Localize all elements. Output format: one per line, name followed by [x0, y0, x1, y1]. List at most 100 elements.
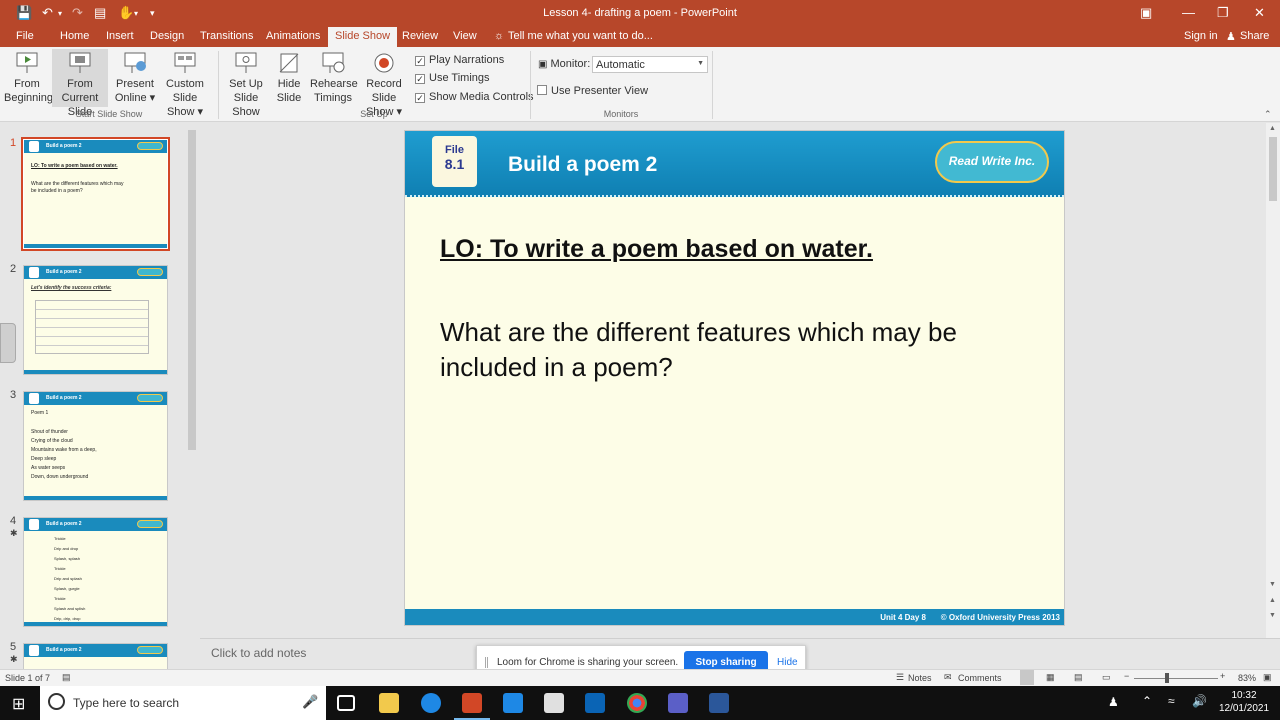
- loom-side-handle[interactable]: [0, 323, 16, 363]
- drag-handle-icon[interactable]: [485, 657, 488, 668]
- monitor-dropdown[interactable]: Automatic ▼: [592, 56, 708, 73]
- scroll-thumb[interactable]: [188, 130, 196, 450]
- learning-objective[interactable]: LO: To write a poem based on water.: [440, 235, 873, 264]
- people-icon[interactable]: ♟: [1108, 695, 1119, 709]
- tab-transitions[interactable]: Transitions: [200, 30, 253, 42]
- present-online-button[interactable]: Present Online ▾: [114, 51, 156, 105]
- ribbon-display-options-icon[interactable]: ▣: [1140, 5, 1152, 21]
- thumb-text: Trickle: [54, 536, 66, 541]
- tab-insert[interactable]: Insert: [106, 30, 134, 42]
- notes-button[interactable]: Notes: [908, 673, 932, 683]
- scroll-up-icon[interactable]: ▲: [1269, 125, 1276, 132]
- normal-view-icon[interactable]: [1020, 670, 1034, 685]
- thumb-title: Build a poem 2: [46, 521, 82, 527]
- scroll-thumb[interactable]: [1269, 137, 1277, 201]
- notes-placeholder[interactable]: Click to add notes: [211, 646, 306, 660]
- slide-question[interactable]: What are the different features which ma…: [440, 315, 1020, 385]
- from-beginning-button[interactable]: From Beginning: [4, 51, 53, 105]
- custom-show-icon: [174, 52, 196, 73]
- record-label-1: Record Slide: [366, 78, 402, 104]
- taskbar-search-box[interactable]: Type here to search 🎤: [40, 686, 326, 720]
- from-current-slide-button[interactable]: From Current Slide: [52, 49, 108, 118]
- use-presenter-view-checkbox[interactable]: Use Presenter View: [537, 85, 648, 97]
- next-slide-icon[interactable]: ▼: [1269, 612, 1276, 619]
- slide-counter: Slide 1 of 7: [5, 673, 51, 683]
- slide-show-view-icon[interactable]: ▭: [1102, 672, 1111, 683]
- scroll-down-icon[interactable]: ▼: [1269, 581, 1276, 588]
- show-media-controls-checkbox[interactable]: ✓ Show Media Controls: [415, 91, 534, 103]
- slide-canvas[interactable]: File 8.1 Build a poem 2 Read Write Inc. …: [404, 130, 1065, 626]
- task-view-icon[interactable]: [337, 695, 355, 711]
- powerpoint-icon[interactable]: [454, 693, 490, 720]
- slide-scrollbar[interactable]: ▲ ▼ ▲ ▼: [1266, 123, 1280, 669]
- slide-thumbnail-pane: 1 Build a poem 2 LO: To write a poem bas…: [0, 123, 200, 669]
- tab-file[interactable]: File: [16, 30, 34, 42]
- word-icon[interactable]: [709, 693, 729, 713]
- from-beginning-label-1: From: [14, 78, 40, 90]
- tab-design[interactable]: Design: [150, 30, 184, 42]
- show-media-label: Show Media Controls: [429, 91, 534, 103]
- from-beginning-label-2: Beginning: [4, 92, 53, 104]
- teams-icon[interactable]: [668, 693, 688, 713]
- tab-animations[interactable]: Animations: [266, 30, 320, 42]
- sign-in-link[interactable]: Sign in: [1184, 30, 1218, 42]
- present-online-label-1: Present: [116, 78, 154, 90]
- hide-slide-button[interactable]: Hide Slide: [272, 51, 306, 105]
- tell-me-box[interactable]: Tell me what you want to do...: [508, 30, 653, 42]
- slide-thumbnail-2[interactable]: Build a poem 2 Let's identify the succes…: [23, 265, 168, 375]
- file-explorer-icon[interactable]: [379, 693, 399, 713]
- store-icon[interactable]: [544, 693, 564, 713]
- zoom-out-icon[interactable]: −: [1124, 671, 1129, 681]
- tab-home[interactable]: Home: [60, 30, 89, 42]
- play-narrations-checkbox[interactable]: ✓ Play Narrations: [415, 54, 504, 66]
- slide-thumbnail-3[interactable]: Build a poem 2 Poem 1 Shout of thunder C…: [23, 391, 168, 501]
- spellcheck-icon[interactable]: ▤: [62, 672, 71, 683]
- footer-unit: Unit 4 Day 8: [880, 613, 926, 622]
- slide-sorter-icon[interactable]: ▦: [1046, 672, 1055, 683]
- use-timings-label: Use Timings: [429, 72, 490, 84]
- volume-icon[interactable]: 🔊: [1192, 694, 1207, 708]
- monitor-value: Automatic: [596, 59, 645, 71]
- tab-review[interactable]: Review: [402, 30, 438, 42]
- zoom-level[interactable]: 83%: [1238, 673, 1256, 683]
- footer-copyright: © Oxford University Press 2013: [940, 613, 1060, 622]
- slide-title[interactable]: Build a poem 2: [508, 153, 657, 177]
- slide-thumbnail-1[interactable]: Build a poem 2 LO: To write a poem based…: [21, 137, 170, 251]
- comments-button[interactable]: Comments: [958, 673, 1002, 683]
- wifi-icon[interactable]: ≈: [1168, 694, 1175, 708]
- setup-label-1: Set Up: [229, 78, 263, 90]
- reading-view-icon[interactable]: ▤: [1074, 672, 1083, 683]
- fit-to-window-icon[interactable]: ▣: [1263, 672, 1272, 683]
- chevron-down-icon: ▼: [697, 60, 704, 67]
- thumb-footer: [24, 622, 167, 626]
- close-icon[interactable]: ✕: [1254, 5, 1265, 21]
- share-button[interactable]: Share: [1240, 30, 1269, 42]
- collapse-ribbon-icon[interactable]: ⌃: [1264, 109, 1272, 120]
- show-hidden-icons-icon[interactable]: ⌃: [1142, 694, 1152, 708]
- microphone-icon[interactable]: 🎤: [302, 694, 318, 710]
- edge-icon[interactable]: [421, 693, 441, 713]
- thumb-text: As water seeps: [31, 465, 66, 471]
- previous-slide-icon[interactable]: ▲: [1269, 597, 1276, 604]
- maximize-icon[interactable]: ❐: [1217, 5, 1229, 21]
- mail-icon[interactable]: [503, 693, 523, 713]
- slide-thumbnail-5[interactable]: Build a poem 2: [23, 643, 168, 669]
- outlook-icon[interactable]: [585, 693, 605, 713]
- minimize-icon[interactable]: —: [1182, 5, 1195, 20]
- tab-slide-show[interactable]: Slide Show: [328, 27, 398, 47]
- zoom-slider[interactable]: [1134, 678, 1218, 679]
- thumb-text: Let's identify the success criteria:: [31, 285, 112, 291]
- rehearse-label-2: Timings: [313, 92, 353, 104]
- rehearse-timings-button[interactable]: Rehearse Timings: [310, 51, 358, 105]
- hide-button[interactable]: Hide: [777, 657, 798, 668]
- tab-view[interactable]: View: [453, 30, 477, 42]
- use-timings-checkbox[interactable]: ✓ Use Timings: [415, 72, 490, 84]
- thumb-number: 4: [10, 515, 17, 527]
- zoom-in-icon[interactable]: +: [1220, 671, 1225, 681]
- slide-thumbnail-4[interactable]: Build a poem 2 Trickle Drip and drop Spl…: [23, 517, 168, 627]
- thumbnail-scrollbar[interactable]: [186, 130, 198, 660]
- zoom-slider-thumb[interactable]: [1165, 673, 1169, 683]
- taskbar-clock[interactable]: 10:32 12/01/2021: [1214, 689, 1274, 715]
- windows-start-icon[interactable]: ⊞: [12, 694, 25, 714]
- chrome-icon[interactable]: [627, 693, 647, 713]
